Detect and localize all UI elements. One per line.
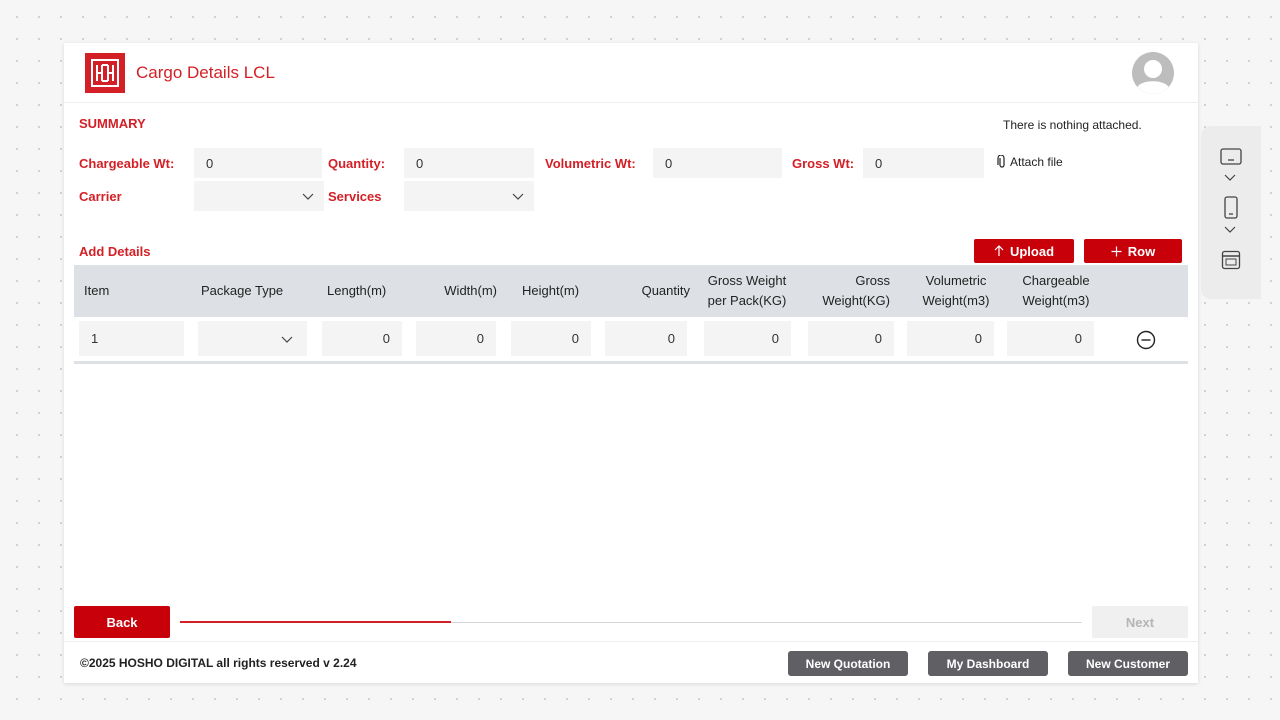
chargeable-wt-field[interactable]: 0 — [194, 148, 322, 178]
services-select[interactable] — [404, 181, 534, 211]
paperclip-icon — [997, 155, 1005, 168]
column-header-volumetric: Volumetric Weight(m3) — [922, 273, 990, 308]
arrow-up-icon — [994, 245, 1004, 256]
remove-row-icon[interactable] — [1136, 330, 1156, 350]
column-header-package-type: Package Type — [201, 283, 284, 298]
header: Cargo Details LCL — [64, 43, 1198, 103]
chevron-down-icon — [302, 193, 314, 200]
attach-file-button[interactable]: Attach file — [997, 155, 1063, 169]
new-quotation-button[interactable]: New Quotation — [788, 651, 908, 676]
back-button[interactable]: Back — [74, 606, 170, 638]
page-title: Cargo Details LCL — [136, 63, 275, 82]
volumetric-cell[interactable]: 0 — [907, 321, 994, 356]
web-preview-icon[interactable] — [1221, 250, 1241, 270]
app-window: Cargo Details LCL SUMMARY Chargeable Wt:… — [64, 43, 1198, 683]
plus-icon — [1111, 246, 1122, 256]
height-cell[interactable]: 0 — [511, 321, 591, 356]
volumetric-wt-field[interactable]: 0 — [653, 148, 782, 178]
volumetric-wt-label: Volumetric Wt: — [545, 156, 636, 171]
chevron-down-icon[interactable] — [1224, 226, 1236, 234]
carrier-select[interactable] — [194, 181, 324, 211]
table-header: Item Package Type Length(m) Width(m) Hei… — [74, 265, 1188, 317]
item-cell[interactable]: 1 — [79, 321, 184, 356]
length-cell[interactable]: 0 — [322, 321, 402, 356]
column-header-chargeable: Chargeable Weight(m3) — [1022, 273, 1090, 308]
chevron-down-icon — [281, 336, 293, 343]
upload-button[interactable]: Upload — [974, 239, 1074, 263]
mobile-icon[interactable] — [1223, 196, 1239, 220]
column-header-height: Height(m) — [522, 283, 580, 298]
column-header-width: Width(m) — [444, 283, 497, 298]
width-cell[interactable]: 0 — [416, 321, 496, 356]
upload-label: Upload — [1009, 243, 1055, 259]
attachment-message: There is nothing attached. — [1003, 118, 1142, 132]
new-customer-button[interactable]: New Customer — [1068, 651, 1188, 676]
package-type-select[interactable] — [198, 321, 307, 356]
attach-file-label: Attach file — [1010, 155, 1063, 169]
desktop-icon[interactable] — [1219, 148, 1243, 166]
row-label: Row — [1127, 243, 1156, 259]
device-preview-panel — [1201, 126, 1261, 299]
services-label: Services — [328, 189, 382, 204]
column-header-length: Length(m) — [327, 283, 387, 298]
column-header-item: Item — [84, 283, 110, 298]
progress-fill — [180, 621, 451, 623]
user-icon — [1132, 52, 1174, 94]
progress-bar — [180, 621, 1082, 623]
column-header-gross-weight: Gross Weight(KG) — [822, 273, 890, 308]
chevron-down-icon — [512, 193, 524, 200]
add-row-button[interactable]: Row — [1084, 239, 1182, 263]
copyright-text: ©2025 HOSHO DIGITAL all rights reserved … — [80, 656, 357, 670]
hosho-logo[interactable] — [85, 53, 125, 93]
add-details-heading: Add Details — [79, 244, 151, 259]
column-header-gross-per-pack: Gross Weight per Pack(KG) — [707, 273, 787, 308]
chevron-down-icon[interactable] — [1224, 174, 1236, 182]
chargeable-wt-label: Chargeable Wt: — [79, 156, 175, 171]
my-dashboard-button[interactable]: My Dashboard — [928, 651, 1048, 676]
quantity-field[interactable]: 0 — [404, 148, 534, 178]
summary-heading: SUMMARY — [79, 116, 146, 131]
chargeable-cell[interactable]: 0 — [1007, 321, 1094, 356]
column-header-quantity: Quantity — [641, 283, 690, 298]
carrier-label: Carrier — [79, 189, 122, 204]
row-divider — [74, 361, 1188, 364]
quantity-label: Quantity: — [328, 156, 386, 171]
gross-wt-field[interactable]: 0 — [863, 148, 984, 178]
gross-wt-label: Gross Wt: — [792, 156, 855, 171]
gross-per-pack-cell[interactable]: 0 — [704, 321, 791, 356]
user-avatar[interactable] — [1132, 52, 1174, 94]
gross-weight-cell[interactable]: 0 — [808, 321, 894, 356]
logo-mark-icon — [91, 59, 119, 87]
quantity-cell[interactable]: 0 — [605, 321, 687, 356]
footer: ©2025 HOSHO DIGITAL all rights reserved … — [64, 641, 1198, 683]
next-button[interactable]: Next — [1092, 606, 1188, 638]
